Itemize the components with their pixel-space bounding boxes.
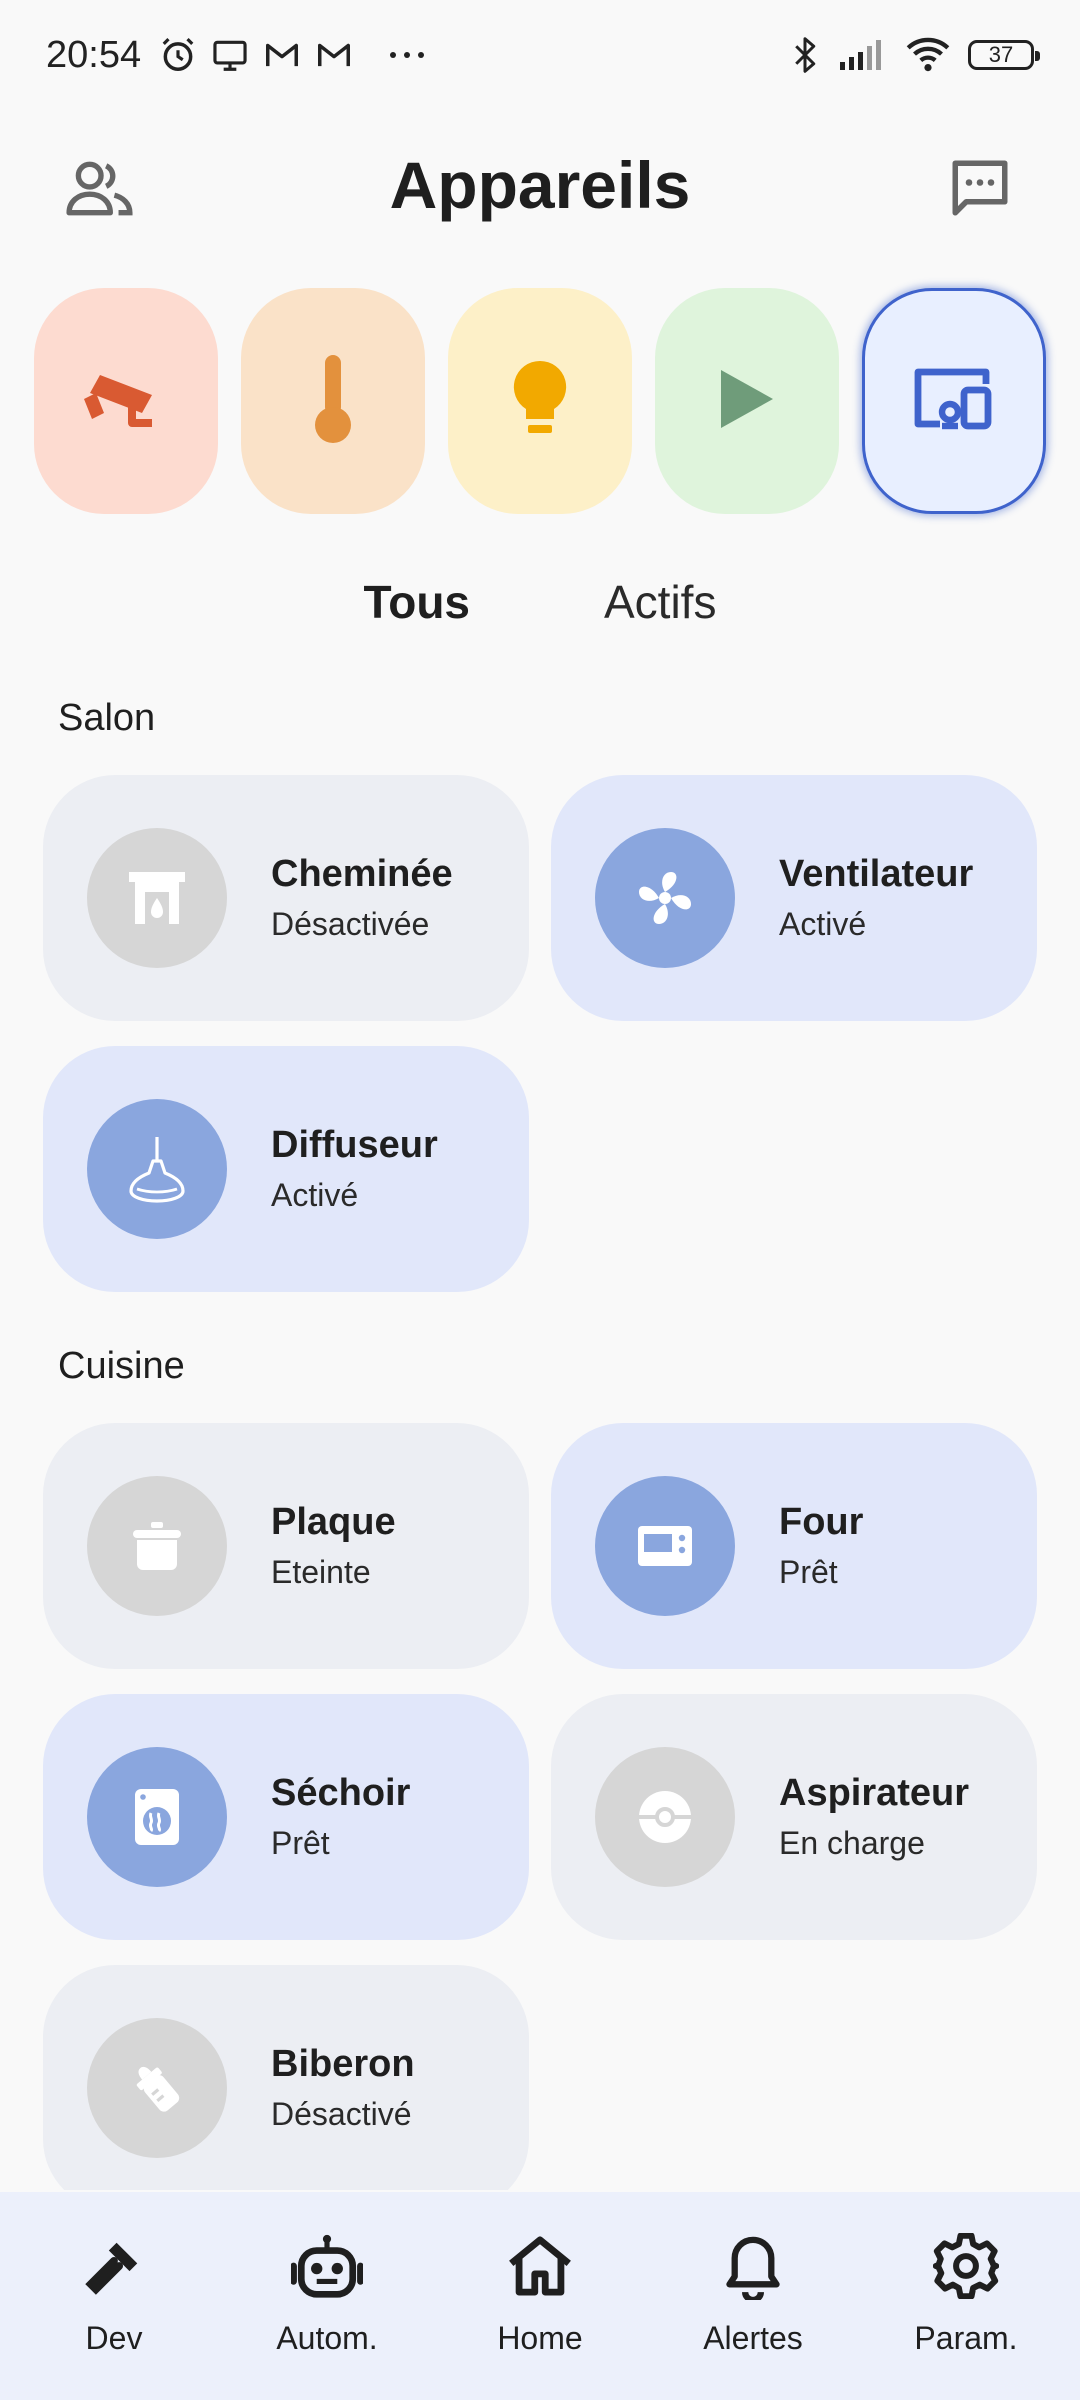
- section-title-cuisine: Cuisine: [58, 1345, 185, 1387]
- robot-icon: [289, 2228, 365, 2304]
- device-list: Salon Cheminée Désactivée Ventilateur Ac…: [0, 0, 1080, 2190]
- device-name: Four: [779, 1501, 864, 1543]
- device-status: Désactivé: [271, 2096, 412, 2132]
- nav-label: Autom.: [276, 2320, 378, 2356]
- nav-item-alertes[interactable]: Alertes: [653, 2192, 853, 2400]
- device-status: Prêt: [271, 1825, 330, 1861]
- device-name: Aspirateur: [779, 1772, 970, 1814]
- device-card-diffuser[interactable]: Diffuseur Activé: [43, 1046, 529, 1292]
- gear-icon: [928, 2228, 1004, 2304]
- device-card-cooktop[interactable]: Plaque Eteinte: [43, 1423, 529, 1669]
- device-name: Biberon: [271, 2043, 415, 2085]
- device-status: Prêt: [779, 1554, 838, 1590]
- device-name: Ventilateur: [779, 853, 974, 895]
- device-card-fan[interactable]: Ventilateur Activé: [551, 775, 1037, 1021]
- nav-item-dev[interactable]: Dev: [14, 2192, 214, 2400]
- nav-item-home[interactable]: Home: [440, 2192, 640, 2400]
- device-status: Eteinte: [271, 1554, 371, 1590]
- device-card-baby-bottle[interactable]: Biberon Désactivé: [43, 1965, 529, 2190]
- hammer-icon: [76, 2228, 152, 2304]
- cooktop-icon: [87, 1476, 227, 1616]
- oven-icon: [595, 1476, 735, 1616]
- diffuser-icon: [87, 1099, 227, 1239]
- device-status: Désactivée: [271, 906, 430, 942]
- device-name: Diffuseur: [271, 1124, 438, 1166]
- baby-bottle-icon: [87, 2018, 227, 2158]
- nav-item-param[interactable]: Param.: [866, 2192, 1066, 2400]
- fireplace-icon: [87, 828, 227, 968]
- nav-label: Home: [497, 2320, 583, 2356]
- device-name: Séchoir: [271, 1772, 411, 1814]
- device-status: Activé: [271, 1177, 359, 1213]
- section-title-salon: Salon: [58, 697, 156, 739]
- device-card-oven[interactable]: Four Prêt: [551, 1423, 1037, 1669]
- nav-item-autom[interactable]: Autom.: [227, 2192, 427, 2400]
- device-card-fireplace[interactable]: Cheminée Désactivée: [43, 775, 529, 1021]
- nav-label: Alertes: [703, 2320, 803, 2356]
- device-card-robot-vacuum[interactable]: Aspirateur En charge: [551, 1694, 1037, 1940]
- nav-label: Dev: [85, 2320, 143, 2356]
- bell-icon: [715, 2228, 791, 2304]
- fan-icon: [595, 828, 735, 968]
- robot-vacuum-icon: [595, 1747, 735, 1887]
- nav-label: Param.: [914, 2320, 1018, 2356]
- device-name: Cheminée: [271, 853, 453, 895]
- device-status: Activé: [779, 906, 867, 942]
- bottom-nav: Dev Autom. Home Alertes Param.: [0, 2192, 1080, 2400]
- home-icon: [502, 2228, 578, 2304]
- dryer-icon: [87, 1747, 227, 1887]
- device-card-dryer[interactable]: Séchoir Prêt: [43, 1694, 529, 1940]
- device-status: En charge: [779, 1825, 925, 1861]
- device-name: Plaque: [271, 1501, 396, 1543]
